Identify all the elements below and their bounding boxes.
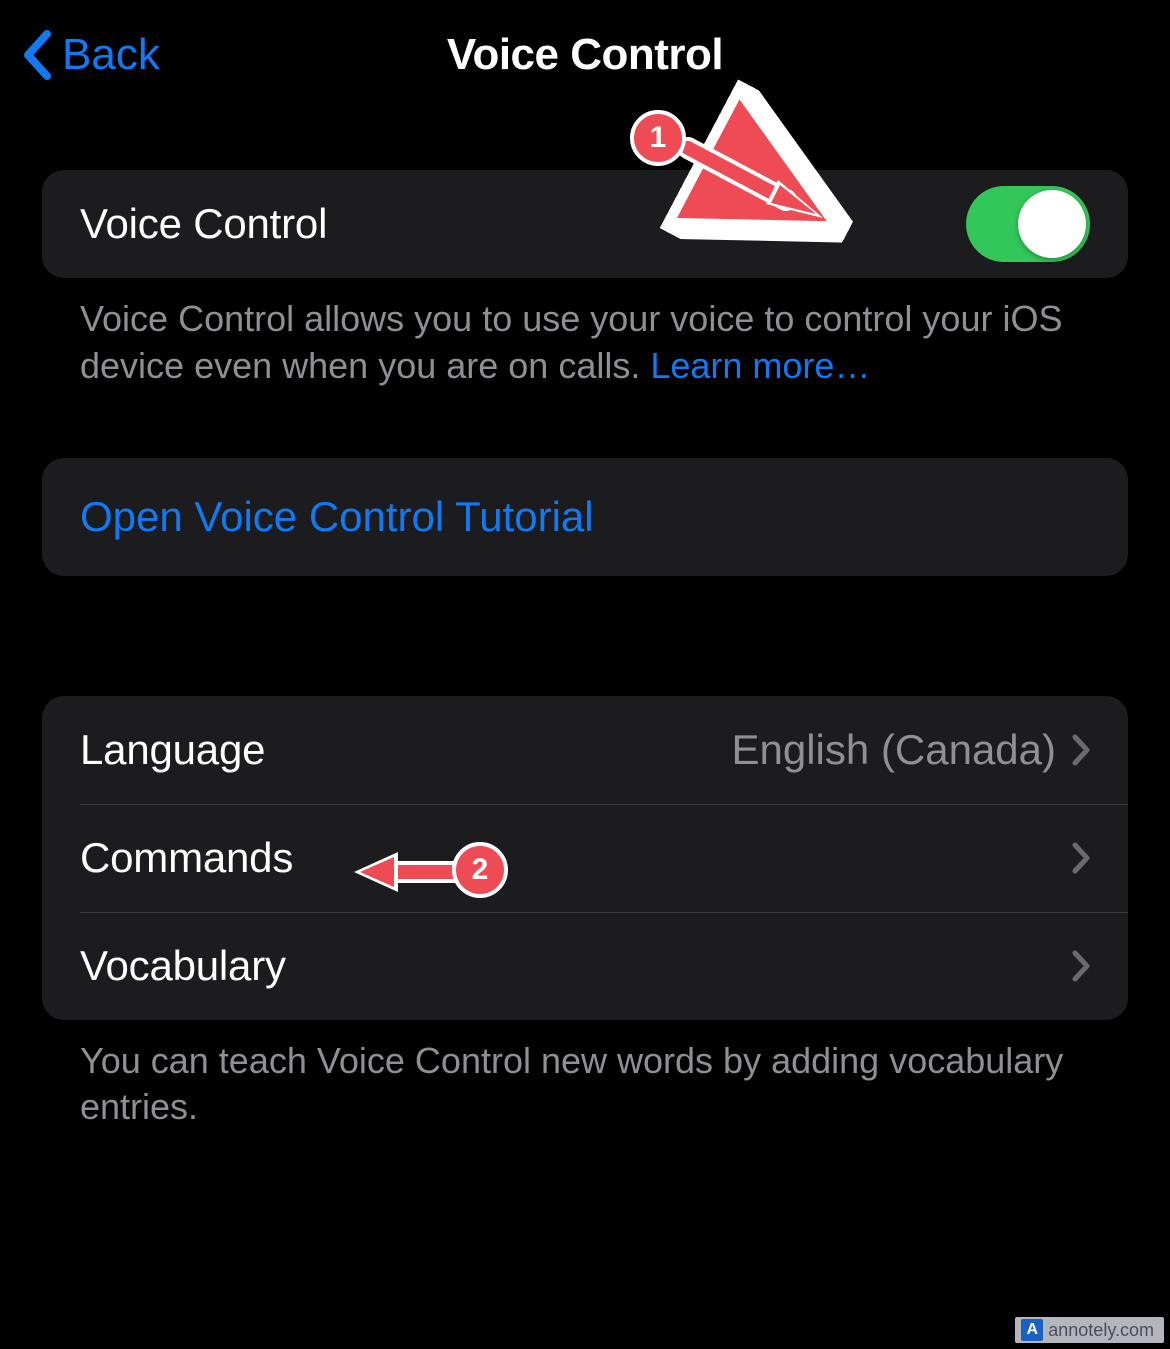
settings-group: Language English (Canada) Commands Vocab… <box>42 696 1128 1020</box>
language-value: English (Canada) <box>731 726 1056 774</box>
commands-row[interactable]: Commands <box>42 804 1128 912</box>
open-tutorial-label: Open Voice Control Tutorial <box>80 493 594 541</box>
voice-control-toggle-group: Voice Control <box>42 170 1128 278</box>
watermark: A annotely.com <box>1015 1317 1164 1343</box>
watermark-text: annotely.com <box>1048 1320 1154 1341</box>
badge-1: 1 <box>630 110 686 166</box>
tutorial-group: Open Voice Control Tutorial <box>42 458 1128 576</box>
description-text: Voice Control allows you to use your voi… <box>80 298 1062 386</box>
vocabulary-row[interactable]: Vocabulary <box>42 912 1128 1020</box>
chevron-right-icon <box>1072 842 1090 874</box>
content: Voice Control Voice Control allows you t… <box>0 170 1170 1131</box>
chevron-left-icon <box>22 30 52 80</box>
voice-control-description: Voice Control allows you to use your voi… <box>42 278 1128 390</box>
watermark-logo-icon: A <box>1021 1319 1043 1341</box>
learn-more-link[interactable]: Learn more… <box>650 345 870 386</box>
language-row[interactable]: Language English (Canada) <box>42 696 1128 804</box>
voice-control-label: Voice Control <box>80 200 966 248</box>
back-button[interactable]: Back <box>0 30 160 80</box>
vocabulary-footer: You can teach Voice Control new words by… <box>42 1020 1128 1132</box>
nav-header: Back Voice Control <box>0 0 1170 110</box>
chevron-right-icon <box>1072 734 1090 766</box>
open-tutorial-row[interactable]: Open Voice Control Tutorial <box>42 458 1128 576</box>
back-label: Back <box>62 30 160 80</box>
language-label: Language <box>80 726 731 774</box>
voice-control-row[interactable]: Voice Control <box>42 170 1128 278</box>
chevron-right-icon <box>1072 950 1090 982</box>
commands-label: Commands <box>80 834 1072 882</box>
page-title: Voice Control <box>447 30 723 80</box>
vocabulary-label: Vocabulary <box>80 942 1072 990</box>
toggle-knob <box>1018 190 1086 258</box>
voice-control-toggle[interactable] <box>966 186 1090 262</box>
annotation-badge-1: 1 <box>630 110 686 166</box>
